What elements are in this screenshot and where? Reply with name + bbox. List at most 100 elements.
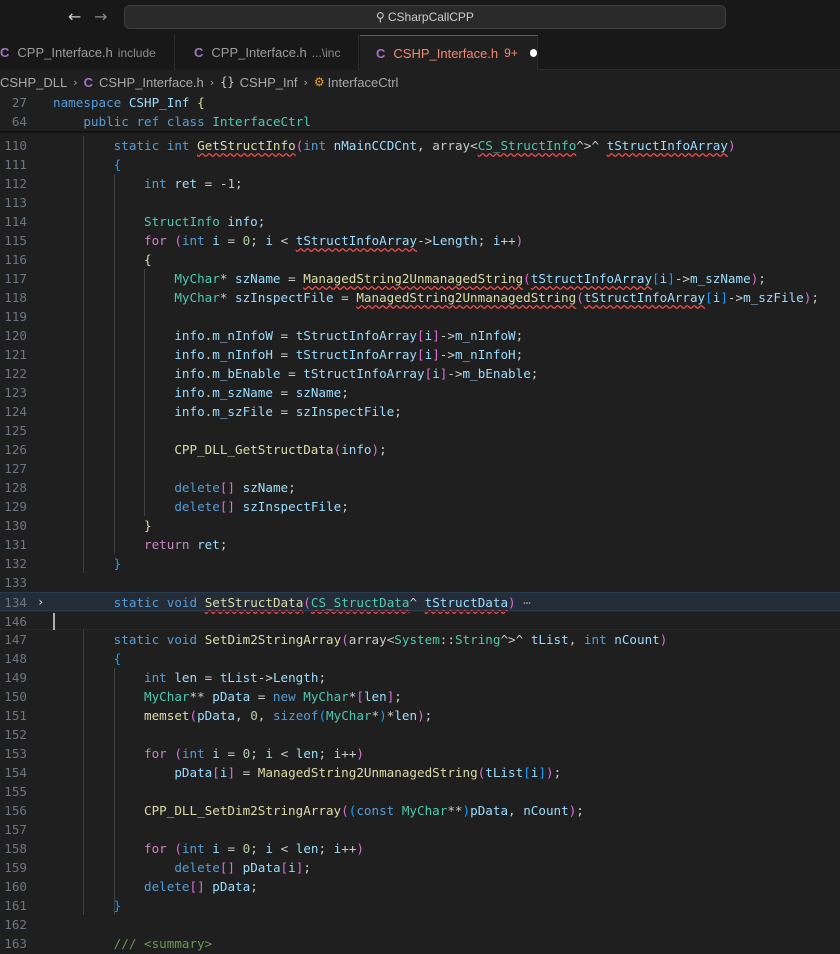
- command-center-label: CSharpCallCPP: [387, 10, 474, 24]
- line-number: 64: [11, 114, 27, 129]
- code-text: StructInfo info;: [144, 214, 266, 229]
- code-text: info.m_bEnable = tStructInfoArray[i]->m_…: [174, 366, 539, 381]
- code-line[interactable]: 160 delete[] pData;: [0, 877, 840, 896]
- indent-guide: [144, 269, 145, 516]
- chevron-right-icon[interactable]: ›: [37, 593, 44, 612]
- code-line[interactable]: 116 {: [0, 250, 840, 269]
- code-line[interactable]: 123 info.m_szName = szName;: [0, 383, 840, 402]
- code-text: {: [113, 157, 122, 172]
- code-line[interactable]: 132 }: [0, 554, 840, 573]
- code-line[interactable]: 124 info.m_szFile = szInspectFile;: [0, 402, 840, 421]
- line-number: 126: [4, 442, 27, 457]
- namespace-icon: {}: [220, 75, 235, 89]
- code-line[interactable]: 110 static int GetStructInfo(int nMainCC…: [0, 136, 840, 155]
- code-line[interactable]: 158 for (int i = 0; i < len; i++): [0, 839, 840, 858]
- code-line[interactable]: 161 }: [0, 896, 840, 915]
- code-editor[interactable]: 110 static int GetStructInfo(int nMainCC…: [0, 93, 840, 954]
- line-number: 159: [4, 860, 27, 875]
- code-line[interactable]: 147 static void SetDim2StringArray(array…: [0, 630, 840, 649]
- tab-cpp-interface-inc[interactable]: C CPP_Interface.h ...\inc: [176, 35, 359, 70]
- arrow-left-icon[interactable]: ←: [68, 7, 81, 26]
- folded-ellipsis[interactable]: ⋯: [523, 595, 531, 610]
- tab-cshp-interface-active[interactable]: C CSHP_Interface.h 9+: [360, 35, 538, 70]
- code-line[interactable]: 130 }: [0, 516, 840, 535]
- line-number: 124: [4, 404, 27, 419]
- class-icon: ⚙: [313, 75, 325, 89]
- code-line[interactable]: 126 CPP_DLL_GetStructData(info);: [0, 440, 840, 459]
- code-line[interactable]: 122 info.m_bEnable = tStructInfoArray[i]…: [0, 364, 840, 383]
- code-text: for (int i = 0; i < len; i++): [144, 841, 365, 856]
- line-number: 160: [4, 879, 27, 894]
- code-text: int ret = -1;: [144, 176, 243, 191]
- code-line[interactable]: 159 delete[] pData[i];: [0, 858, 840, 877]
- code-text: }: [144, 518, 152, 533]
- code-text: public ref class InterfaceCtrl: [83, 114, 311, 129]
- line-number: 113: [4, 195, 27, 210]
- breadcrumb-folder[interactable]: CSHP_DLL: [0, 75, 67, 90]
- code-line[interactable]: 117 MyChar* szName = ManagedString2Unman…: [0, 269, 840, 288]
- code-line[interactable]: 134 › static void SetStructData(CS_Struct…: [0, 592, 840, 611]
- code-line[interactable]: 115 for (int i = 0; i < tStructInfoArray…: [0, 231, 840, 250]
- line-number: 119: [4, 309, 27, 324]
- line-number: 112: [4, 176, 27, 191]
- code-line[interactable]: 163 /// <summary>: [0, 934, 840, 953]
- code-line[interactable]: 125: [0, 421, 840, 440]
- code-text: CPP_DLL_SetDim2StringArray((const MyChar…: [144, 803, 584, 818]
- breadcrumb-class[interactable]: InterfaceCtrl: [328, 75, 399, 90]
- code-line[interactable]: 120 info.m_nInfoW = tStructInfoArray[i]-…: [0, 326, 840, 345]
- code-line[interactable]: 129 delete[] szInspectFile;: [0, 497, 840, 516]
- code-line[interactable]: 113: [0, 193, 840, 212]
- line-number: 128: [4, 480, 27, 495]
- code-line[interactable]: 154 pData[i] = ManagedString2UnmanagedSt…: [0, 763, 840, 782]
- code-line[interactable]: 151 memset(pData, 0, sizeof(MyChar*)*len…: [0, 706, 840, 725]
- code-text: }: [113, 556, 122, 571]
- code-line[interactable]: 111 {: [0, 155, 840, 174]
- code-text: static int GetStructInfo(int nMainCCDCnt…: [113, 138, 736, 153]
- code-line[interactable]: 155: [0, 782, 840, 801]
- code-line[interactable]: 156 CPP_DLL_SetDim2StringArray((const My…: [0, 801, 840, 820]
- code-text: MyChar** pData = new MyChar*[len];: [144, 689, 402, 704]
- code-line[interactable]: 112 int ret = -1;: [0, 174, 840, 193]
- line-number: 147: [4, 632, 27, 647]
- code-text: delete[] szName;: [174, 480, 296, 495]
- tab-label: CSHP_Interface.h: [393, 45, 499, 61]
- arrow-right-icon[interactable]: →: [94, 7, 107, 26]
- code-line[interactable]: 153 for (int i = 0; i < len; i++): [0, 744, 840, 763]
- code-line[interactable]: 114 StructInfo info;: [0, 212, 840, 231]
- code-line[interactable]: 127: [0, 459, 840, 478]
- code-line[interactable]: 150 MyChar** pData = new MyChar*[len];: [0, 687, 840, 706]
- line-number: 162: [4, 917, 27, 932]
- code-text: {: [113, 651, 122, 666]
- line-number: 146: [4, 614, 27, 629]
- code-text: /// <summary>: [53, 936, 213, 951]
- line-number: 125: [4, 423, 27, 438]
- code-line[interactable]: 118 MyChar* szInspectFile = ManagedStrin…: [0, 288, 840, 307]
- command-center-search[interactable]: ⚲ CSharpCallCPP: [124, 5, 726, 29]
- code-line[interactable]: 131 return ret;: [0, 535, 840, 554]
- code-line[interactable]: 119: [0, 307, 840, 326]
- code-line[interactable]: 149 int len = tList->Length;: [0, 668, 840, 687]
- code-line[interactable]: 121 info.m_nInfoH = tStructInfoArray[i]-…: [0, 345, 840, 364]
- problems-badge: 9+: [504, 46, 518, 60]
- tab-cpp-interface-include[interactable]: C CPP_Interface.h include: [0, 35, 175, 70]
- code-line[interactable]: 148 {: [0, 649, 840, 668]
- code-line[interactable]: 128 delete[] szName;: [0, 478, 840, 497]
- code-line[interactable]: 157: [0, 820, 840, 839]
- chevron-right-icon: ›: [303, 75, 308, 89]
- unsaved-dot-icon[interactable]: [529, 49, 537, 57]
- code-line[interactable]: 133: [0, 573, 840, 592]
- code-text: return ret;: [144, 537, 228, 552]
- line-number: 149: [4, 670, 27, 685]
- line-number: 154: [4, 765, 27, 780]
- line-number: 155: [4, 784, 27, 799]
- chevron-right-icon: ›: [209, 75, 215, 89]
- code-line[interactable]: 152: [0, 725, 840, 744]
- sticky-line[interactable]: 64 public ref class InterfaceCtrl: [0, 112, 840, 131]
- breadcrumb-file[interactable]: CSHP_Interface.h: [99, 75, 204, 90]
- code-line[interactable]: 146: [0, 611, 840, 630]
- sticky-scroll-shadow: [0, 131, 840, 134]
- code-line[interactable]: 162: [0, 915, 840, 934]
- line-number: 153: [4, 746, 27, 761]
- sticky-line[interactable]: 27 namespace CSHP_Inf {: [0, 93, 840, 112]
- breadcrumb-namespace[interactable]: CSHP_Inf: [240, 75, 298, 90]
